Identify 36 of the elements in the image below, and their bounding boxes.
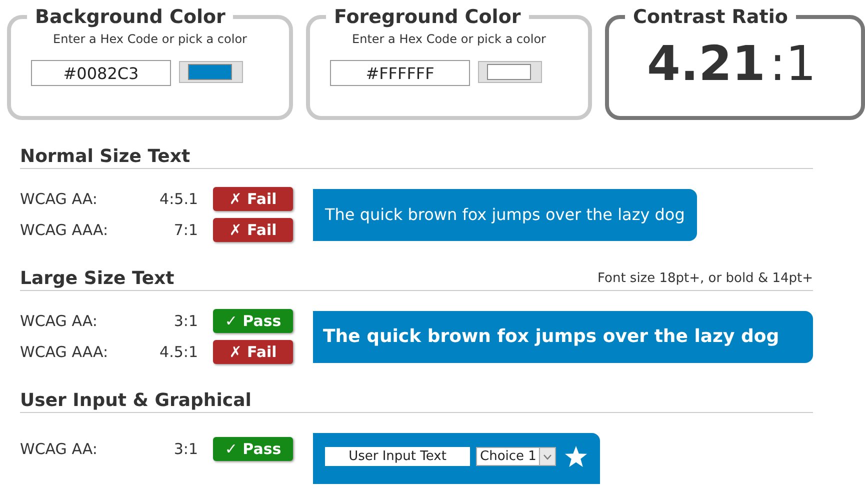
hex-input[interactable]: #FFFFFF	[330, 60, 470, 86]
result-badge: ✗ Fail	[213, 187, 293, 211]
result-badge: ✓ Pass	[213, 309, 293, 333]
note-text: Font size 18pt+, or bold & 14pt+	[597, 271, 813, 288]
sample-text: The quick brown fox jumps over the lazy dog	[313, 188, 697, 240]
caret-icon	[543, 454, 552, 460]
card-title: Foreground Color	[333, 6, 522, 28]
card-title: Contrast Ratio	[632, 6, 789, 28]
result-badge: ✓ Pass	[213, 436, 293, 460]
level-label: WCAG AA:	[20, 312, 98, 330]
ratio-text: 3:1	[172, 440, 198, 458]
section-title: User Input & Graphical	[20, 390, 252, 411]
ratio-text: 4:5.1	[158, 190, 198, 208]
hex-input[interactable]: #0082C3	[31, 60, 171, 86]
sample-input[interactable]: User Input Text	[325, 447, 470, 466]
section-title: Normal Size Text	[20, 146, 190, 167]
ratio-text: 7:1	[172, 221, 198, 239]
sample-text: The quick brown fox jumps over the lazy dog	[313, 310, 813, 362]
section-title: Large Size Text	[20, 268, 174, 289]
ratio-text: 3:1	[172, 312, 198, 330]
result-badge: ✗ Fail	[213, 218, 293, 242]
sample-select[interactable]: Choice 1	[476, 447, 556, 466]
level-label: WCAG AA:	[20, 440, 98, 458]
card-title: Background Color	[34, 6, 226, 28]
hint-text: Enter a Hex Code or pick a color	[351, 32, 547, 46]
level-label: WCAG AAA:	[20, 343, 110, 361]
color-picker-button[interactable]	[478, 61, 542, 83]
level-label: WCAG AAA:	[20, 221, 110, 239]
star-icon	[564, 445, 588, 468]
contrast-ratio: 4.21	[647, 36, 766, 92]
ratio-text: 4.5:1	[158, 343, 198, 361]
ratio-suffix: :1	[769, 36, 816, 92]
result-badge: ✗ Fail	[213, 340, 293, 364]
level-label: WCAG AA:	[20, 190, 98, 208]
hint-text: Enter a Hex Code or pick a color	[52, 32, 248, 46]
color-picker-button[interactable]	[179, 61, 243, 83]
